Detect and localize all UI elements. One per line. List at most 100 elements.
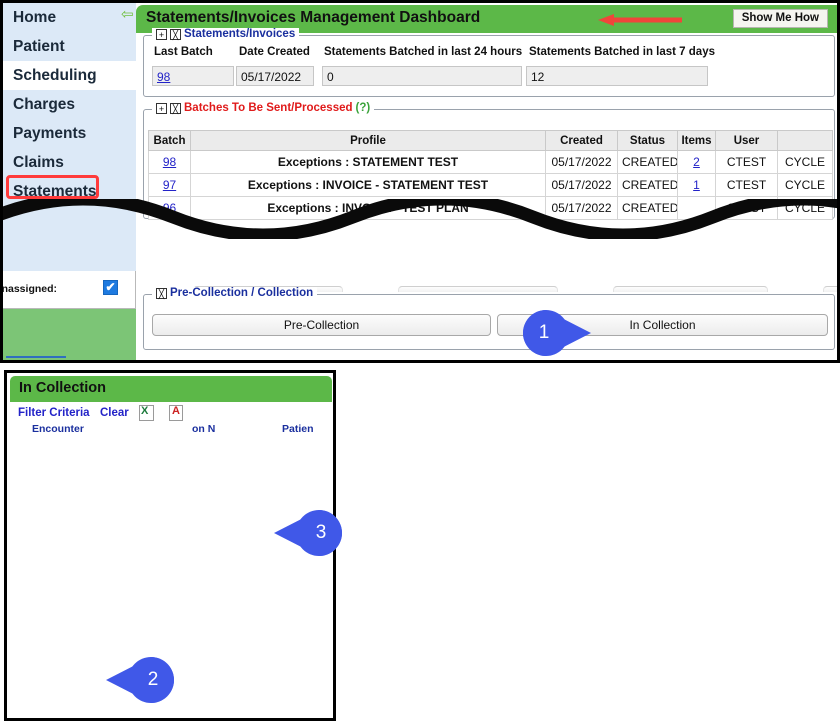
field-label-date-created: Date Created xyxy=(239,46,310,58)
filter-header-transaction: on N xyxy=(192,423,216,435)
batch-cell[interactable]: 96 xyxy=(148,196,191,220)
statements-invoices-fieldset: + ╳ Statements/Invoices Last Batch Date … xyxy=(143,28,835,97)
sidebar-item-charges[interactable]: Charges xyxy=(3,90,136,119)
col-created: Created xyxy=(545,130,618,151)
incl-unassigned-checkbox[interactable]: ✔ xyxy=(103,280,118,295)
created-cell: 05/17/2022 xyxy=(545,150,618,174)
items-link[interactable]: 2 xyxy=(693,155,700,169)
sidebar-item-home[interactable]: Home xyxy=(3,3,136,32)
in-collection-button[interactable]: In Collection xyxy=(497,314,828,336)
pre-collection-fieldset: ╳ Pre-Collection / Collection Pre-Collec… xyxy=(143,287,835,350)
profile-cell: Exceptions : INVOICE - TEST PLAN xyxy=(190,196,546,220)
help-link[interactable]: (?) xyxy=(356,102,371,114)
profile-cell: Exceptions : INVOICE - STATEMENT TEST xyxy=(190,173,546,197)
page-title: Statements/Invoices Management Dashboard xyxy=(146,9,481,26)
red-left-arrow-annotation xyxy=(598,14,682,26)
plus-icon[interactable]: + xyxy=(156,102,167,114)
field-label-batched-24h: Statements Batched in last 24 hours xyxy=(324,46,523,58)
col-status: Status xyxy=(617,130,678,151)
sidebar-item-patient[interactable]: Patient xyxy=(3,32,136,61)
excel-export-icon[interactable] xyxy=(139,405,154,421)
show-me-how-button[interactable]: Show Me How xyxy=(732,9,828,28)
sidebar-item-label: Statements xyxy=(13,183,97,200)
status-cell: CREATED xyxy=(617,173,678,197)
sidebar-item-scheduling[interactable]: Scheduling xyxy=(3,61,136,90)
plus-icon[interactable]: + xyxy=(156,28,167,40)
col-user: User xyxy=(715,130,778,151)
batch-link[interactable]: 98 xyxy=(163,155,176,169)
sidebar-item-statements[interactable]: Statements xyxy=(3,177,136,206)
x-icon[interactable]: ╳ xyxy=(170,102,181,114)
sidebar-green-block xyxy=(3,309,136,360)
field-label-last-batch: Last Batch xyxy=(154,46,213,58)
table-row[interactable]: 97 Exceptions : INVOICE - STATEMENT TEST… xyxy=(148,173,833,197)
cycle-cell: CYCLE xyxy=(777,196,833,220)
sidebar-item-label: Charges xyxy=(13,96,76,113)
table-header-row: Batch Profile Created Status Items User xyxy=(148,130,833,151)
items-link[interactable]: 1 xyxy=(693,178,700,192)
incl-unassigned-label: Incl Unassigned: xyxy=(0,283,58,295)
sidebar-item-payments[interactable]: Payments xyxy=(3,119,136,148)
batch-cell[interactable]: 98 xyxy=(148,150,191,174)
sidebar-accent-line xyxy=(6,356,66,358)
user-cell: CTEST xyxy=(715,196,778,220)
table-row[interactable]: 98 Exceptions : STATEMENT TEST 05/17/202… xyxy=(148,150,833,174)
batches-legend: + ╳ Batches To Be Sent/Processed (?) xyxy=(152,102,375,114)
legend-label: Batches To Be Sent/Processed xyxy=(184,102,353,114)
in-collection-title: In Collection xyxy=(19,380,106,396)
status-cell: CREATED xyxy=(617,196,678,220)
batched-7d-value: 12 xyxy=(526,66,708,86)
legend-label: Pre-Collection / Collection xyxy=(170,287,314,299)
filter-criteria-link[interactable]: Filter Criteria xyxy=(18,407,90,419)
items-cell[interactable]: 2 xyxy=(677,150,716,174)
filter-header-encounter: Encounter xyxy=(32,423,84,435)
back-arrow-icon[interactable]: ⇦ xyxy=(121,7,134,22)
x-icon[interactable]: ╳ xyxy=(156,287,167,299)
status-cell: CREATED xyxy=(617,150,678,174)
in-collection-title-bar: In Collection xyxy=(10,376,332,402)
sidebar-item-label: Home xyxy=(13,9,57,26)
col-batch: Batch xyxy=(148,130,191,151)
cycle-cell: CYCLE xyxy=(777,150,833,174)
sidebar-item-claims[interactable]: Claims xyxy=(3,148,136,177)
batch-link[interactable]: 97 xyxy=(163,178,176,192)
sidebar-item-label: Claims xyxy=(13,154,64,171)
items-cell[interactable]: 1 xyxy=(677,173,716,197)
col-blank xyxy=(777,130,833,151)
created-cell: 05/17/2022 xyxy=(545,196,618,220)
sidebar-item-label: Patient xyxy=(13,38,65,55)
user-cell: CTEST xyxy=(715,150,778,174)
col-profile: Profile xyxy=(190,130,546,151)
batches-table: Batch Profile Created Status Items User … xyxy=(148,130,833,220)
user-cell: CTEST xyxy=(715,173,778,197)
pre-collection-button[interactable]: Pre-Collection xyxy=(152,314,491,336)
statements-invoices-legend: + ╳ Statements/Invoices xyxy=(152,28,300,40)
batch-link[interactable]: 96 xyxy=(163,201,176,215)
cycle-cell: CYCLE xyxy=(777,173,833,197)
filter-header-patient: Patien xyxy=(282,423,314,435)
legend-label: Statements/Invoices xyxy=(184,28,296,40)
in-collection-window: In Collection Filter Criteria Clear Enco… xyxy=(4,370,336,721)
ghost-tab xyxy=(613,286,768,292)
clear-filter-link[interactable]: Clear xyxy=(100,407,129,419)
x-icon[interactable]: ╳ xyxy=(170,28,181,40)
screenshot-root: Home Patient Scheduling Charges Payments… xyxy=(0,0,840,723)
batch-cell[interactable]: 97 xyxy=(148,173,191,197)
field-label-batched-7d: Statements Batched in last 7 days xyxy=(529,46,715,58)
col-items: Items xyxy=(677,130,716,151)
filter-column-headers: Encounter on N Patien xyxy=(12,423,332,445)
items-cell xyxy=(677,196,716,220)
batched-24h-value: 0 xyxy=(322,66,522,86)
date-created-value: 05/17/2022 xyxy=(236,66,314,86)
dashboard-window: Home Patient Scheduling Charges Payments… xyxy=(0,0,840,363)
last-batch-value-box[interactable]: 98 xyxy=(152,66,234,86)
last-batch-link[interactable]: 98 xyxy=(157,70,170,84)
created-cell: 05/17/2022 xyxy=(545,173,618,197)
statements-field-labels: Last Batch Date Created Statements Batch… xyxy=(144,46,834,62)
incl-unassigned-panel: Incl Unassigned: ✔ xyxy=(3,271,136,309)
table-row[interactable]: 96 Exceptions : INVOICE - TEST PLAN 05/1… xyxy=(148,196,833,220)
ghost-tab xyxy=(823,286,837,292)
pdf-export-icon[interactable] xyxy=(169,405,183,421)
batches-fieldset: + ╳ Batches To Be Sent/Processed (?) Bat… xyxy=(143,102,835,220)
pre-collection-legend: ╳ Pre-Collection / Collection xyxy=(152,287,318,299)
